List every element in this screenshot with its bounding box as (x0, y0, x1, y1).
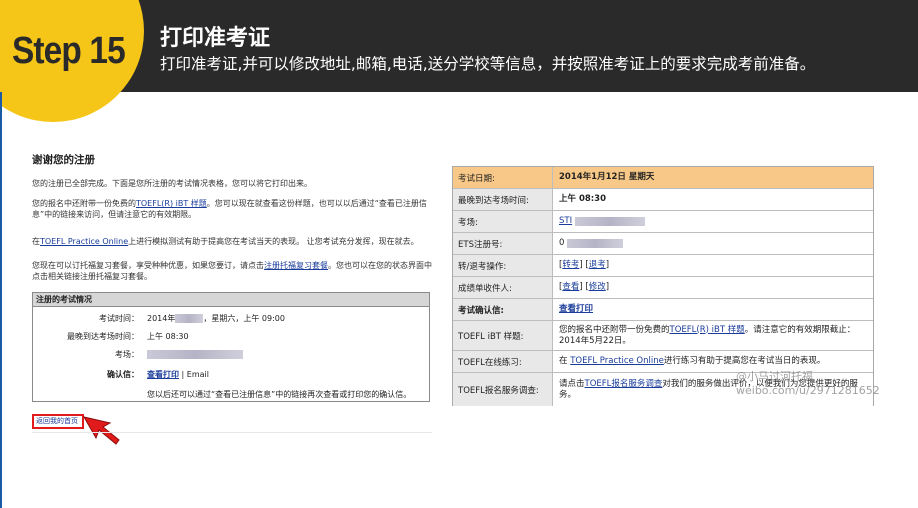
view-print-link[interactable]: 查看打印 (147, 370, 179, 379)
thanks-title: 谢谢您的注册 (32, 154, 95, 166)
toefl-ibt-sample-link[interactable]: TOEFL(R) iBT 样题 (670, 325, 745, 335)
return-home-button[interactable]: 返回我的首页 (32, 414, 84, 429)
box-title: 注册的考试情况 (33, 293, 429, 307)
divider (32, 432, 432, 433)
sample-test-row: TOEFL iBT 样题: 您的报名中还附带一份免费的TOEFL(R) iBT … (453, 321, 873, 351)
toefl-practice-online-link[interactable]: TOEFL Practice Online (570, 356, 664, 366)
score-recipients-row: 成绩单收件人: [查看] [修改] (453, 277, 873, 299)
review-package-paragraph: 您现在可以订托福复习套餐，享受种种优惠，如果您要订，请点击注册托福复习套餐。您也… (32, 261, 432, 281)
test-center-link[interactable]: STI (559, 216, 572, 227)
redacted-test-center (147, 350, 243, 359)
reprint-footnote: 您以后还可以通过“查看已注册信息”中的链接再次查看或打印您的确认信。 (147, 390, 412, 399)
toefl-practice-online-link[interactable]: TOEFL Practice Online (40, 237, 128, 246)
edit-recipients-link[interactable]: 修改 (589, 282, 606, 293)
review-package-link[interactable]: 注册托福复习套餐 (264, 261, 328, 270)
exam-date-row: 考试日期: 2014年1月12日 星期天 (453, 167, 873, 189)
reschedule-row: 转/退考操作: [转考] [退考] (453, 255, 873, 277)
test-center-row: 考场： (33, 349, 431, 361)
view-print-link[interactable]: 查看打印 (559, 304, 593, 315)
confirmation-letter-row: 确认信： 查看打印 | Email (107, 370, 209, 379)
arrival-time-row: 最晚到达考场时间: 上午 08:30 (453, 189, 873, 211)
redacted-date (175, 314, 204, 323)
left-accent-bar (0, 92, 2, 508)
redacted-test-center (575, 217, 646, 226)
reschedule-link[interactable]: 转考 (562, 260, 579, 271)
exam-time-row: 考试时间： 2014年 ，星期六，上午 09:00 (99, 314, 285, 323)
arrival-time-row: 最晚到达考场时间： 上午 08:30 (67, 332, 189, 341)
confirmation-letter-row: 考试确认信: 查看打印 (453, 299, 873, 321)
weibo-watermark: @小马过河托福 weibo.com/u/2971281652 (736, 370, 880, 397)
sample-test-paragraph: 您的报名中还附带一份免费的TOEFL(R) iBT 样题。您可以现在就查看这份样… (32, 199, 427, 219)
pointer-arrow-icon (82, 416, 120, 445)
practice-online-paragraph: 在TOEFL Practice Online上进行模拟测试有助于提高您在考试当天… (32, 237, 419, 246)
intro-paragraph: 您的注册已全部完成。下面是您所注册的考试情况表格，您可以将它打印出来。 (32, 179, 312, 188)
header-title: 打印准考证 (160, 26, 271, 51)
slide: Step 15 打印准考证 打印准考证,并可以修改地址,邮箱,电话,送分学校等信… (0, 0, 918, 508)
redacted-ets-id (567, 239, 624, 248)
registered-exam-box: 注册的考试情况 考试时间： 2014年 ，星期六，上午 09:00 最晚到达考场时… (32, 292, 430, 402)
cancel-exam-link[interactable]: 退考 (589, 260, 606, 271)
test-center-row: 考场: STI (453, 211, 873, 233)
service-survey-link[interactable]: TOEFL报名服务调查 (585, 379, 663, 389)
ets-id-row: ETS注册号: 0 (453, 233, 873, 255)
email-link[interactable]: Email (187, 370, 209, 379)
toefl-ibt-sample-link[interactable]: TOEFL(R) iBT 样题 (136, 199, 207, 208)
view-recipients-link[interactable]: 查看 (562, 282, 579, 293)
step-label: Step 15 (12, 30, 126, 72)
registration-confirmation-screenshot: 谢谢您的注册 您的注册已全部完成。下面是您所注册的考试情况表格，您可以将它打印出… (22, 148, 434, 445)
header-subtitle: 打印准考证,并可以修改地址,邮箱,电话,送分学校等信息，并按照准考证上的要求完成… (160, 55, 816, 73)
